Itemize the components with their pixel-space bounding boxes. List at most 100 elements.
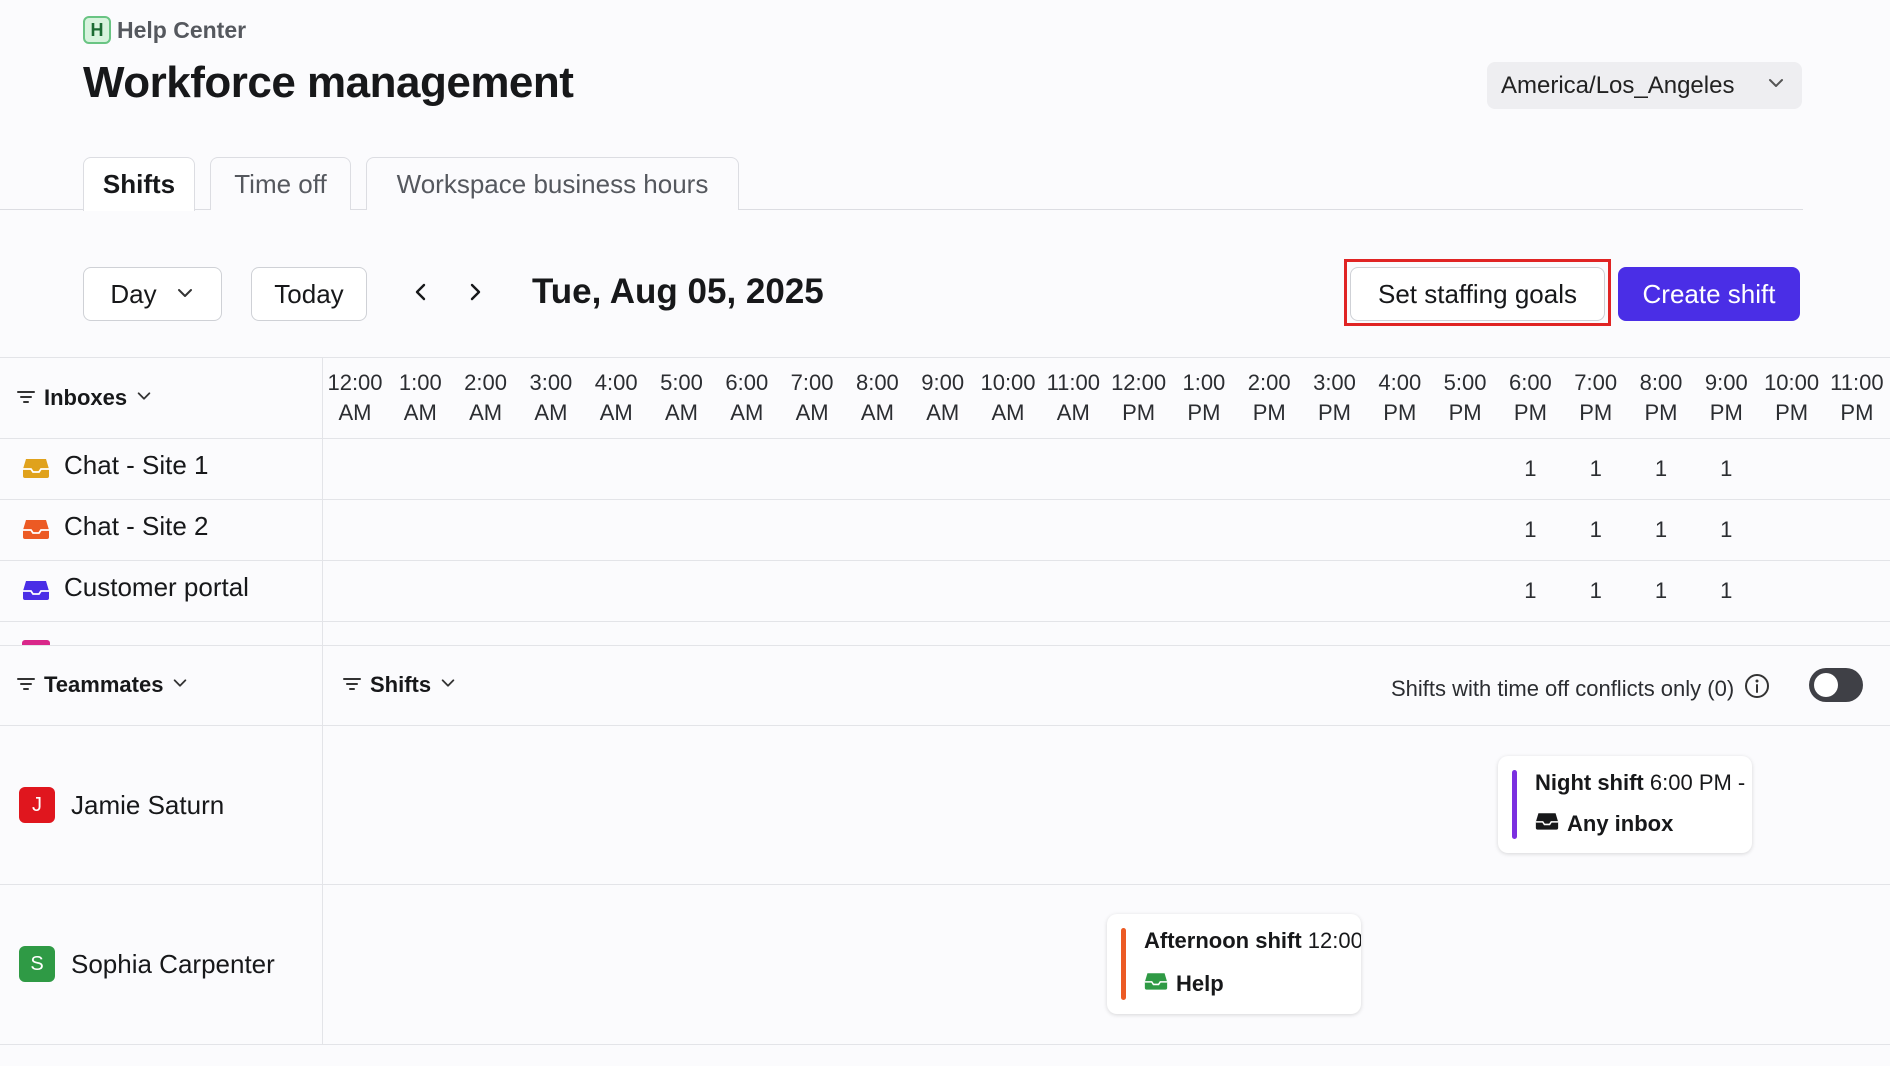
shift-card-night[interactable]: Night shift 6:00 PM - Any inbox [1498, 756, 1752, 853]
hour-period: AM [665, 400, 698, 425]
hour-time: 7:00 [790, 370, 834, 395]
staffing-count[interactable]: 1 [1581, 456, 1611, 482]
hour-label: 4:00 AM [584, 368, 648, 428]
hour-time: 6:00 [725, 370, 769, 395]
hour-period: PM [1709, 400, 1743, 425]
hour-period: PM [1448, 400, 1482, 425]
chevron-down-icon [171, 672, 189, 698]
hour-period: PM [1840, 400, 1874, 425]
filter-icon [16, 385, 36, 411]
hour-time: 8:00 [1639, 370, 1683, 395]
staffing-count[interactable]: 1 [1646, 456, 1676, 482]
inbox-icon [22, 455, 50, 478]
hour-label: 7:00 AM [780, 368, 844, 428]
staffing-count[interactable]: 1 [1515, 578, 1545, 604]
grid-divider [0, 884, 1890, 885]
inbox-row-chat-site-1[interactable]: Chat - Site 1 [22, 450, 209, 481]
conflicts-label: Shifts with time off conflicts only (0) [1391, 676, 1735, 701]
inboxes-filter-label: Inboxes [44, 385, 128, 410]
create-shift-button[interactable]: Create shift [1618, 267, 1800, 321]
grid-divider [0, 560, 1890, 561]
hour-label: 3:00 PM [1303, 368, 1367, 428]
breadcrumb-label[interactable]: Help Center [117, 17, 246, 44]
view-select[interactable]: Day [83, 267, 222, 321]
page-title: Workforce management [83, 58, 574, 107]
inbox-row-customer-portal[interactable]: Customer portal [22, 572, 249, 603]
hour-label: 12:00 PM [1107, 368, 1171, 428]
set-staffing-goals-button[interactable]: Set staffing goals [1350, 267, 1605, 321]
hour-time: 5:00 [1443, 370, 1487, 395]
view-select-value: Day [110, 278, 157, 309]
hour-time: 1:00 [1182, 370, 1226, 395]
staffing-count[interactable]: 1 [1711, 578, 1741, 604]
hour-label: 9:00 PM [1694, 368, 1758, 428]
hour-time: 8:00 [855, 370, 899, 395]
timezone-value: America/Los_Angeles [1501, 71, 1735, 99]
hour-period: AM [1056, 400, 1090, 425]
chevron-left-icon[interactable] [406, 277, 436, 307]
hour-time: 10:00 [980, 370, 1036, 395]
hour-time: 10:00 [1764, 370, 1820, 395]
chevron-down-icon [439, 672, 457, 698]
teammate-name: Jamie Saturn [71, 789, 225, 820]
hour-period: AM [469, 400, 503, 425]
hour-time: 7:00 [1574, 370, 1618, 395]
teammates-filter[interactable]: Teammates [16, 672, 189, 698]
hour-period: AM [534, 400, 568, 425]
hour-period: PM [1644, 400, 1678, 425]
inbox-row-chat-site-2[interactable]: Chat - Site 2 [22, 511, 209, 542]
hour-time: 9:00 [1704, 370, 1748, 395]
shift-name: Afternoon shift [1144, 928, 1302, 953]
staffing-count[interactable]: 1 [1646, 578, 1676, 604]
timezone-select[interactable]: America/Los_Angeles [1487, 62, 1802, 109]
grid-divider [0, 1044, 1890, 1045]
conflicts-toggle[interactable] [1809, 668, 1863, 702]
hour-label: 2:00 AM [454, 368, 518, 428]
staffing-count[interactable]: 1 [1711, 517, 1741, 543]
staffing-count[interactable]: 1 [1581, 517, 1611, 543]
shift-color-bar [1512, 770, 1517, 839]
chevron-right-icon[interactable] [460, 277, 490, 307]
tab-workspace-business-hours[interactable]: Workspace business hours [366, 157, 739, 210]
hour-time: 6:00 [1508, 370, 1552, 395]
shift-color-bar [1121, 928, 1126, 1000]
staffing-count[interactable]: 1 [1515, 456, 1545, 482]
teammate-jamie-saturn[interactable]: J Jamie Saturn [19, 787, 224, 823]
info-icon[interactable] [1744, 673, 1770, 705]
inbox-icon [22, 577, 50, 600]
tab-time-off[interactable]: Time off [210, 157, 351, 210]
hour-time: 1:00 [398, 370, 442, 395]
teammate-sophia-carpenter[interactable]: S Sophia Carpenter [19, 946, 275, 982]
staffing-count[interactable]: 1 [1515, 517, 1545, 543]
inbox-name: Customer portal [64, 572, 249, 602]
shift-inbox-name: Any inbox [1567, 811, 1674, 836]
tab-shifts[interactable]: Shifts [83, 157, 195, 211]
staffing-count[interactable]: 1 [1581, 578, 1611, 604]
hour-label: 9:00 AM [911, 368, 975, 428]
inboxes-filter[interactable]: Inboxes [16, 385, 153, 411]
staffing-count[interactable]: 1 [1646, 517, 1676, 543]
grid-divider [0, 725, 1890, 726]
hour-label: 5:00 PM [1433, 368, 1497, 428]
hour-period: PM [1187, 400, 1221, 425]
hour-period: AM [730, 400, 764, 425]
shifts-filter[interactable]: Shifts [342, 672, 457, 698]
staffing-count[interactable]: 1 [1711, 456, 1741, 482]
hour-period: PM [1383, 400, 1417, 425]
hour-period: PM [1775, 400, 1809, 425]
hour-period: AM [599, 400, 633, 425]
hour-time: 3:00 [1313, 370, 1356, 395]
hour-time: 11:00 [1046, 370, 1100, 395]
hour-time: 2:00 [464, 370, 507, 395]
toggle-knob [1814, 673, 1838, 697]
workspace-badge: H [83, 16, 111, 44]
breadcrumb[interactable]: H Help Center [83, 16, 246, 44]
hour-label: 1:00 AM [388, 368, 452, 428]
hour-time: 4:00 [1378, 370, 1422, 395]
today-button[interactable]: Today [251, 267, 367, 321]
inbox-name: Chat - Site 2 [64, 511, 209, 541]
shift-card-afternoon[interactable]: Afternoon shift 12:00 Help [1107, 914, 1361, 1014]
grid-divider [0, 621, 1890, 622]
hour-period: AM [991, 400, 1025, 425]
hour-time: 12:00 [1111, 370, 1167, 395]
